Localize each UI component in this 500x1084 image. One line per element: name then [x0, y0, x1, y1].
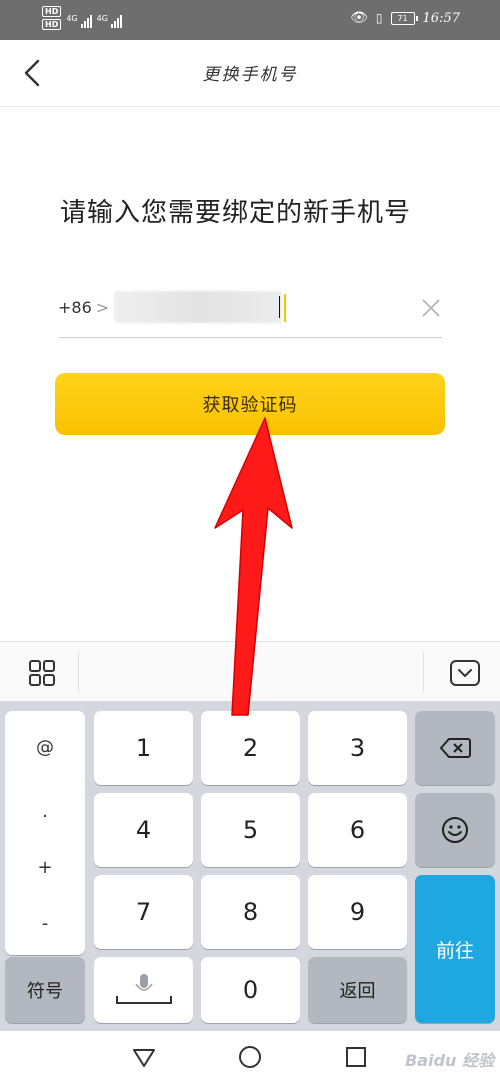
keyboard-hide-icon[interactable] — [450, 660, 480, 686]
instruction-heading: 请输入您需要绑定的新手机号 — [60, 198, 412, 228]
digit-key-3[interactable]: 3 — [308, 711, 407, 785]
text-cursor-highlight — [284, 294, 286, 322]
watermark: Baidu 经验 — [405, 1051, 494, 1070]
hd-badge: HD — [42, 6, 62, 17]
phone-number-input[interactable] — [114, 291, 282, 323]
keyboard-toolbar — [0, 641, 500, 702]
grid-icon[interactable] — [28, 659, 56, 687]
hd-badge: HD — [42, 19, 62, 30]
system-navigation-bar: Baidu 经验 — [0, 1031, 500, 1084]
network-type: 4G — [66, 13, 78, 23]
navigation-header: 更换手机号 — [0, 40, 500, 107]
symbol-key-dot[interactable]: . — [5, 801, 85, 822]
phone-input-row: +86 > — [58, 285, 442, 338]
digit-key-5[interactable]: 5 — [201, 793, 300, 867]
triangle-back-icon[interactable] — [132, 1045, 156, 1069]
divider — [78, 652, 79, 692]
symbol-key-at[interactable]: @ — [5, 737, 85, 758]
emoji-key[interactable] — [415, 793, 495, 867]
backspace-icon — [440, 738, 471, 758]
country-code-selector[interactable]: +86 > — [58, 298, 109, 317]
symbol-key-minus[interactable]: - — [5, 913, 85, 934]
chevron-right-icon: > — [95, 298, 110, 317]
digit-key-4[interactable]: 4 — [94, 793, 193, 867]
network-type: 4G — [96, 13, 108, 23]
signal-icon — [110, 14, 122, 28]
signal-indicators: HD HD 4G 4G — [42, 6, 122, 30]
digit-key-1[interactable]: 1 — [94, 711, 193, 785]
clock: 16:57 — [422, 10, 460, 26]
eye-comfort-icon: 👁 — [350, 10, 368, 26]
country-code: +86 — [58, 298, 92, 317]
digit-key-0[interactable]: 0 — [201, 957, 300, 1023]
square-recent-icon[interactable] — [344, 1045, 368, 1069]
digit-key-8[interactable]: 8 — [201, 875, 300, 949]
text-cursor — [279, 296, 280, 318]
page-title: 更换手机号 — [202, 65, 298, 85]
digit-key-2[interactable]: 2 — [201, 711, 300, 785]
symbol-column[interactable]: @ . + - — [5, 711, 85, 955]
emoji-icon — [442, 817, 468, 843]
space-voice-key[interactable] — [94, 957, 193, 1023]
return-key[interactable]: 返回 — [308, 957, 407, 1023]
digit-key-6[interactable]: 6 — [308, 793, 407, 867]
digit-key-9[interactable]: 9 — [308, 875, 407, 949]
circle-home-icon[interactable] — [238, 1045, 262, 1069]
clear-input-button[interactable] — [420, 297, 442, 319]
backspace-key[interactable] — [415, 711, 495, 785]
digit-key-7[interactable]: 7 — [94, 875, 193, 949]
close-icon — [422, 299, 440, 317]
divider — [423, 652, 424, 692]
get-verification-code-button[interactable]: 获取验证码 — [55, 373, 445, 435]
vibrate-icon: ▯ — [375, 11, 383, 25]
symbol-toggle-key[interactable]: 符号 — [5, 957, 85, 1023]
signal-icon — [80, 14, 92, 28]
go-key[interactable]: 前往 — [415, 875, 495, 1023]
microphone-icon — [115, 974, 172, 1004]
status-bar: HD HD 4G 4G 👁 ▯ 71 16:57 — [0, 0, 500, 40]
symbol-key-plus[interactable]: + — [5, 857, 85, 878]
battery-icon: 71 — [390, 11, 418, 25]
numeric-keyboard: @ . + - 1 2 3 4 5 6 7 8 9 前往 符号 0 返回 — [0, 701, 500, 1031]
